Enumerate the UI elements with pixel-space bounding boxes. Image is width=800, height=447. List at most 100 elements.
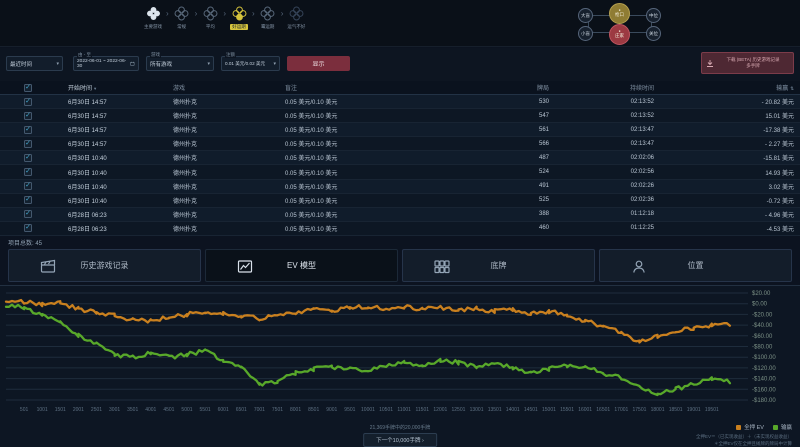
row-checkbox[interactable]: ✓ <box>24 112 32 120</box>
game-select[interactable]: 游戏 所有游戏 ▾ <box>146 56 214 71</box>
journey-item-1[interactable]: 主要游戏 <box>138 6 168 30</box>
row-checkbox[interactable]: ✓ <box>24 168 32 176</box>
row-checkbox[interactable]: ✓ <box>24 126 32 134</box>
svg-text:$20.00: $20.00 <box>752 291 771 297</box>
journey-item-3[interactable]: 平均 <box>195 6 225 30</box>
svg-text:10001: 10001 <box>361 407 375 413</box>
journey-item-5[interactable]: 霉运期 <box>253 6 283 30</box>
svg-text:9001: 9001 <box>326 407 337 413</box>
svg-text:12001: 12001 <box>433 407 447 413</box>
svg-text:5001: 5001 <box>181 407 192 413</box>
svg-text:18501: 18501 <box>669 407 683 413</box>
table-row[interactable]: ✓ 6月30日 14:57 德州扑克 0.05 美元/0.10 美元 561 0… <box>0 123 800 137</box>
svg-text:4501: 4501 <box>163 407 174 413</box>
table-row[interactable]: ✓ 6月30日 10:40 德州扑克 0.05 美元/0.10 美元 525 0… <box>0 194 800 208</box>
row-checkbox[interactable]: ✓ <box>24 182 32 190</box>
clover-icon <box>174 6 189 21</box>
svg-text:11001: 11001 <box>397 407 411 413</box>
journey-item-4-active[interactable]: 好运期 <box>224 6 254 30</box>
svg-text:16501: 16501 <box>596 407 610 413</box>
svg-text:10501: 10501 <box>379 407 393 413</box>
svg-text:3501: 3501 <box>127 407 138 413</box>
position-middle[interactable]: 中位 <box>646 8 661 23</box>
ev-graph-panel: $20.00$0.00-$20.00-$40.00-$60.00-$80.00-… <box>0 285 800 447</box>
table-row[interactable]: ✓ 6月28日 06:23 德州扑克 0.05 美元/0.10 美元 460 0… <box>0 222 800 236</box>
positions-map: 大盲 ● 枪口 中位 小盲 ● 庄家 关位 <box>576 3 668 45</box>
chevron-down-icon: ▾ <box>271 61 276 67</box>
svg-text:14501: 14501 <box>524 407 538 413</box>
tab-hole-cards[interactable]: 底牌 <box>402 249 595 282</box>
table-row[interactable]: ✓ 6月30日 10:40 德州扑克 0.05 美元/0.10 美元 487 0… <box>0 151 800 165</box>
header-start-time[interactable]: 开始时间▾ <box>56 83 171 92</box>
sessions-table: ✓ 开始时间▾ 游戏 盲注 牌局 持续时间 输赢⇅ ✓ 6月30日 14:57 … <box>0 81 800 236</box>
svg-text:16001: 16001 <box>578 407 592 413</box>
journey-nav: 主要游戏 › 常规 › 平均 › 好运期 › 霉运期 › 运气不好 <box>138 6 311 30</box>
select-all-checkbox[interactable]: ✓ <box>24 84 32 92</box>
download-hands-button[interactable]: 下载 (BETA) 历史游戏记录 多手牌 <box>701 52 794 74</box>
clover-icon <box>232 6 247 21</box>
svg-text:-$100.00: -$100.00 <box>752 355 776 361</box>
svg-text:5501: 5501 <box>200 407 211 413</box>
svg-text:501: 501 <box>20 407 29 413</box>
svg-text:2001: 2001 <box>73 407 84 413</box>
row-checkbox[interactable]: ✓ <box>24 224 32 232</box>
row-checkbox[interactable]: ✓ <box>24 196 32 204</box>
svg-text:-$80.00: -$80.00 <box>752 345 773 351</box>
table-row[interactable]: ✓ 6月28日 06:23 德州扑克 0.05 美元/0.10 美元 388 0… <box>0 208 800 222</box>
svg-text:-$180.00: -$180.00 <box>752 398 776 404</box>
legend-swatch <box>773 425 778 430</box>
time-range-select[interactable]: 最近时间 ▾ <box>6 56 63 71</box>
position-small-blind[interactable]: 小盲 <box>578 26 593 41</box>
svg-text:-$140.00: -$140.00 <box>752 377 776 383</box>
header-winloss[interactable]: 输赢⇅ <box>658 83 800 92</box>
table-row[interactable]: ✓ 6月30日 10:40 德州扑克 0.05 美元/0.10 美元 491 0… <box>0 180 800 194</box>
person-icon <box>630 258 648 275</box>
game-select-label: 游戏 <box>150 53 161 58</box>
tab-positions[interactable]: 位置 <box>599 249 792 282</box>
row-checkbox[interactable]: ✓ <box>24 98 32 106</box>
journey-label: 霉运期 <box>261 24 275 30</box>
journey-label: 运气不好 <box>287 24 305 30</box>
svg-text:15001: 15001 <box>542 407 556 413</box>
row-checkbox[interactable]: ✓ <box>24 140 32 148</box>
next-hands-button[interactable]: 下一个10,000手牌 › <box>363 433 437 447</box>
topbar: 主要游戏 › 常规 › 平均 › 好运期 › 霉运期 › 运气不好 大盲 <box>0 0 800 47</box>
calendar-icon <box>128 60 135 67</box>
header-game: 游戏 <box>171 83 283 92</box>
table-row[interactable]: ✓ 6月30日 14:57 德州扑克 0.05 美元/0.10 美元 566 0… <box>0 137 800 151</box>
date-range-field[interactable]: 由 - 至 2022-06-01 ~ 2022-06-30 <box>73 56 139 71</box>
legend-winnings[interactable]: 输赢 <box>773 423 792 431</box>
svg-text:14001: 14001 <box>506 407 520 413</box>
stakes-select[interactable]: 注额 0.01 美元/0.02 美元 ▾ <box>221 56 280 71</box>
legend-allin-ev[interactable]: 全押 EV <box>736 423 764 431</box>
table-row[interactable]: ✓ 6月30日 14:57 德州扑克 0.05 美元/0.10 美元 547 0… <box>0 109 800 123</box>
journey-item-6[interactable]: 运气不好 <box>281 6 311 30</box>
tab-game-history[interactable]: 历史游戏记录 <box>8 249 201 282</box>
svg-text:6501: 6501 <box>236 407 247 413</box>
tab-bar: 历史游戏记录 EV 模型 底牌 位置 <box>8 249 792 282</box>
stakes-select-label: 注额 <box>225 53 236 58</box>
svg-text:-$60.00: -$60.00 <box>752 334 773 340</box>
journey-item-2[interactable]: 常规 <box>167 6 197 30</box>
row-checkbox[interactable]: ✓ <box>24 154 32 162</box>
show-button[interactable]: 显示 <box>287 56 350 71</box>
position-dealer[interactable]: ● 庄家 <box>609 24 630 45</box>
date-range-label: 由 - 至 <box>77 53 92 58</box>
download-line2: 多手牌 <box>717 63 789 69</box>
table-header-row: ✓ 开始时间▾ 游戏 盲注 牌局 持续时间 输赢⇅ <box>0 81 800 95</box>
tab-ev-graph[interactable]: EV 模型 <box>205 249 398 282</box>
table-row[interactable]: ✓ 6月30日 14:57 德州扑克 0.05 美元/0.10 美元 530 0… <box>0 95 800 109</box>
chart-footnotes: 全押EV＝（已实现收益）＋（未实现权益收益） ＊全押EV仅在全押且摊牌的牌局中计… <box>696 433 792 447</box>
journey-label: 平均 <box>206 24 215 30</box>
sort-icon: ⇅ <box>790 86 794 91</box>
position-cutoff[interactable]: 关位 <box>646 26 661 41</box>
position-big-blind[interactable]: 大盲 <box>578 8 593 23</box>
filter-bar: 最近时间 ▾ 由 - 至 2022-06-01 ~ 2022-06-30 游戏 … <box>0 48 800 81</box>
position-utg[interactable]: ● 枪口 <box>609 3 630 24</box>
clover-icon <box>203 6 218 21</box>
svg-text:7001: 7001 <box>254 407 265 413</box>
row-checkbox[interactable]: ✓ <box>24 210 32 218</box>
svg-text:2501: 2501 <box>91 407 102 413</box>
svg-text:1001: 1001 <box>37 407 48 413</box>
table-row[interactable]: ✓ 6月30日 10:40 德州扑克 0.05 美元/0.10 美元 524 0… <box>0 165 800 179</box>
